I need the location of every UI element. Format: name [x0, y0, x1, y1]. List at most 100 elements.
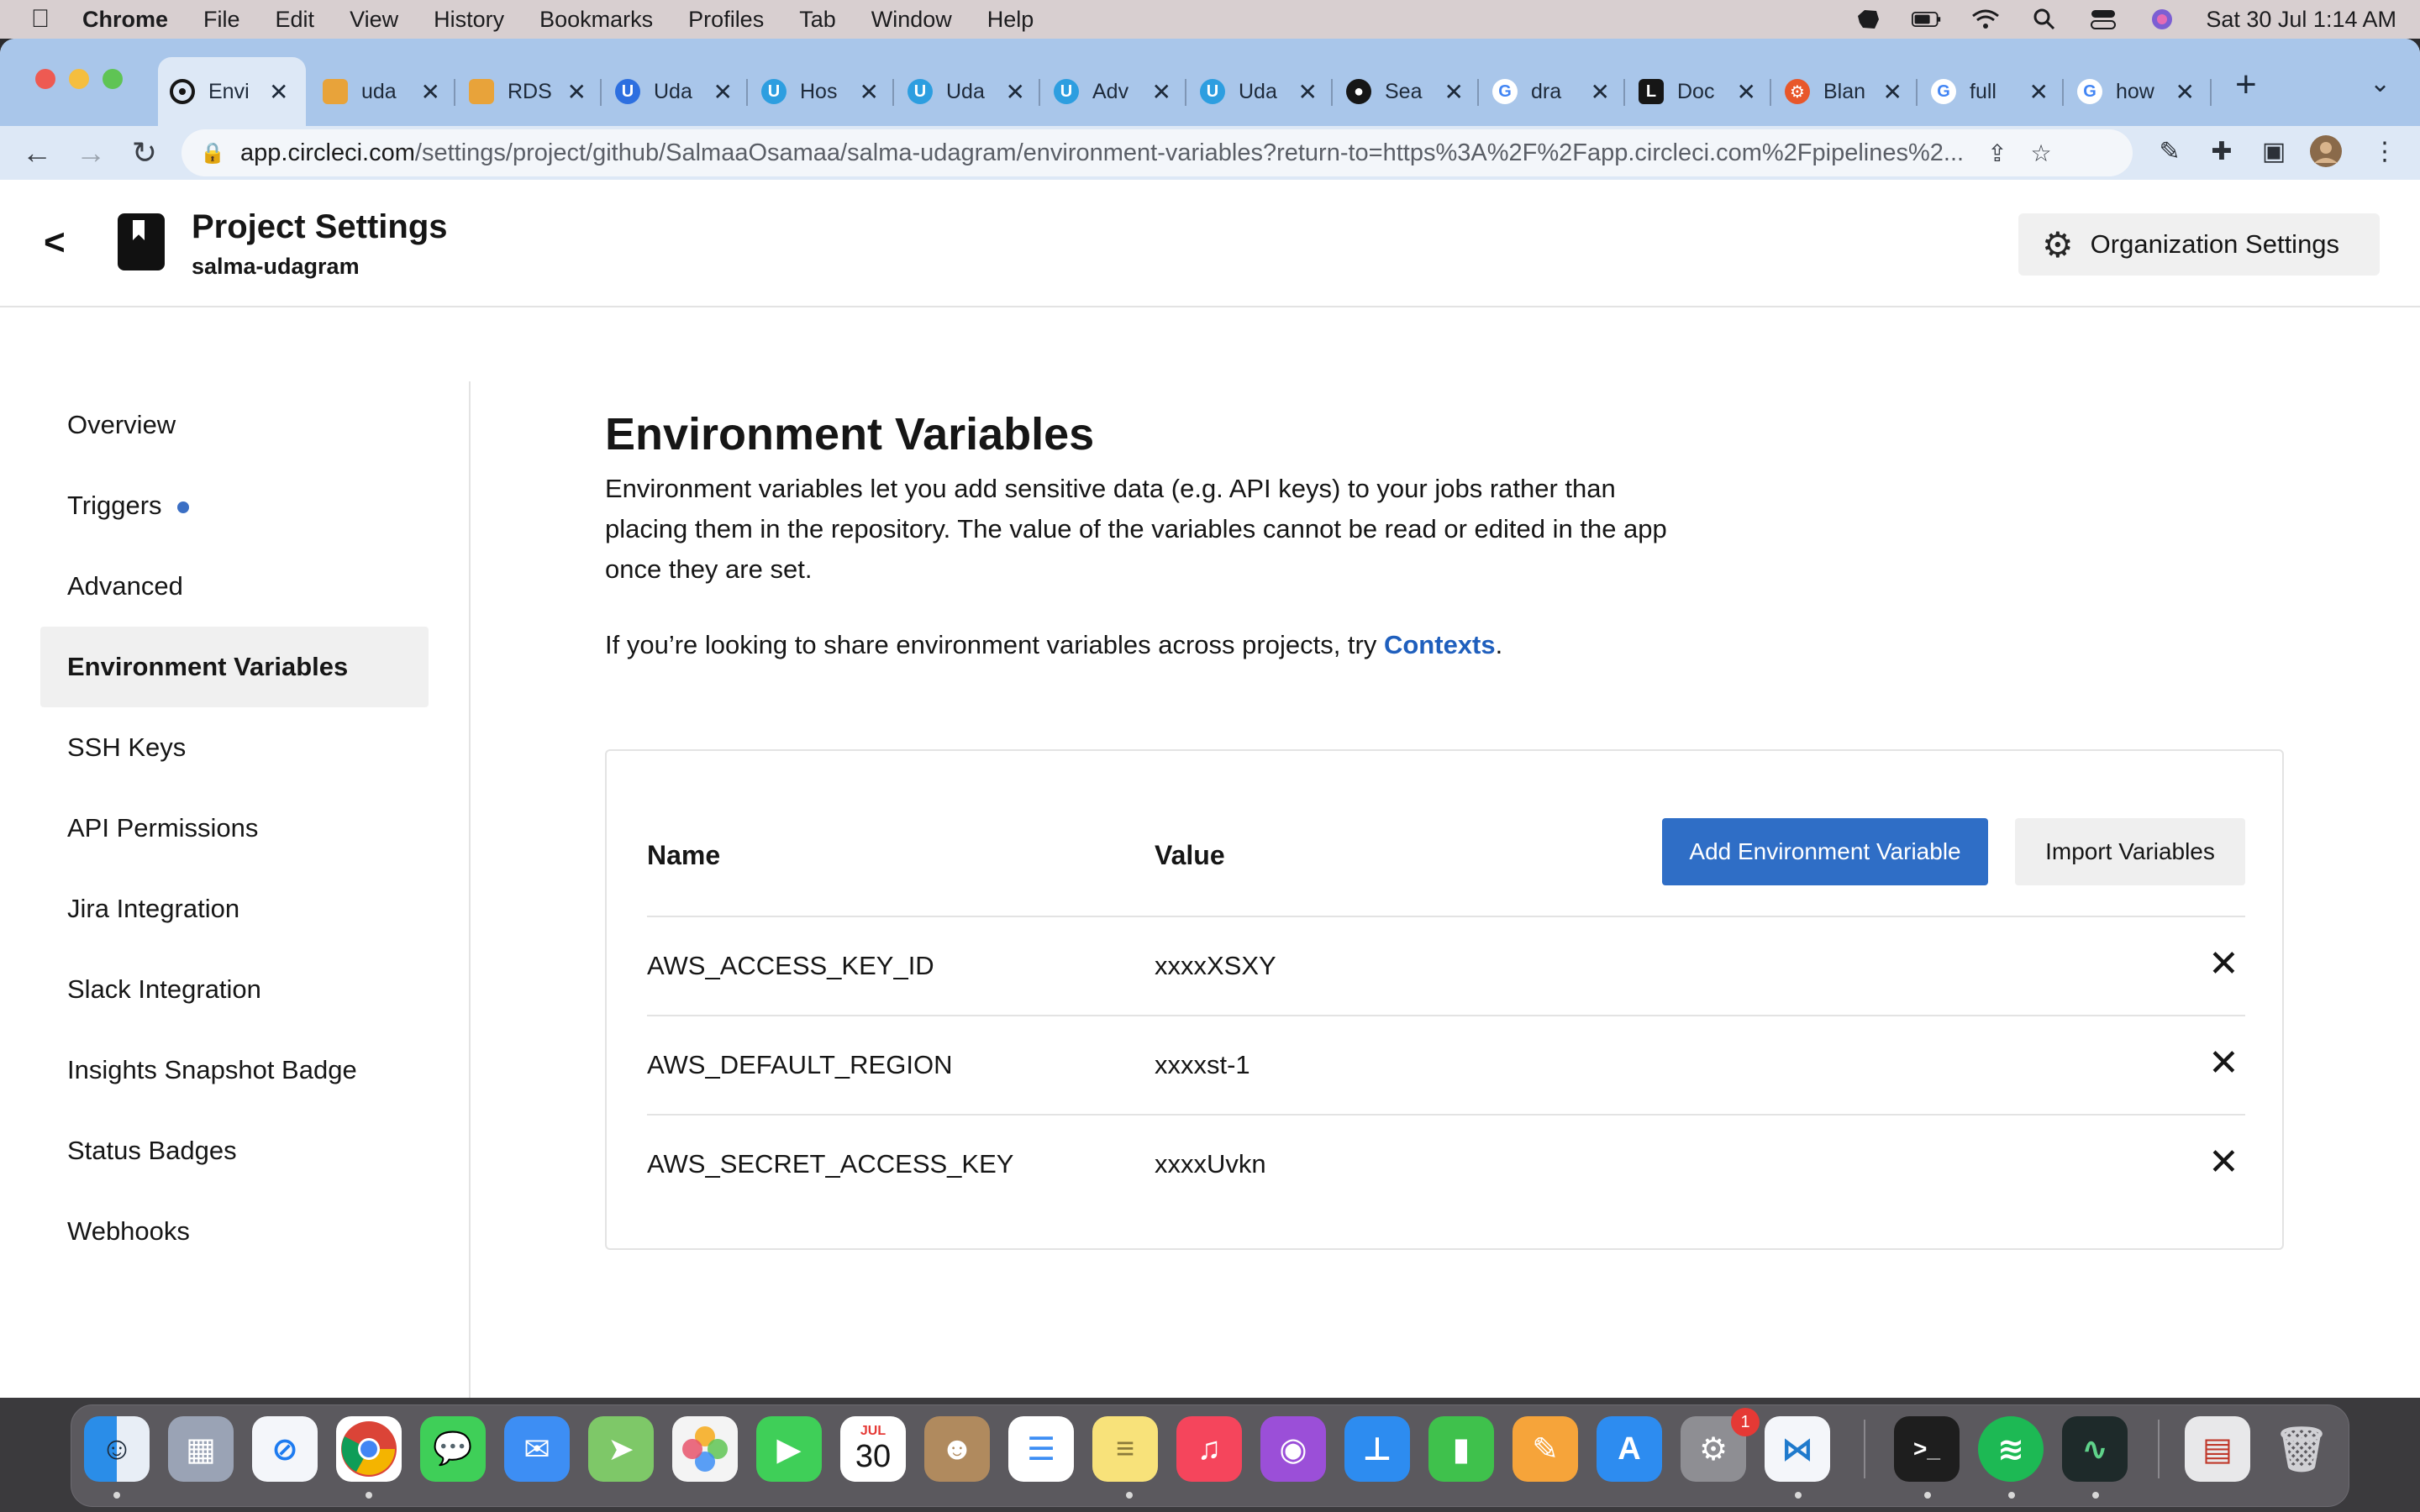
tab[interactable]: G full ✕	[1919, 57, 2060, 126]
calendar-icon[interactable]: JUL 30	[840, 1416, 906, 1482]
new-tab-button[interactable]: +	[2235, 64, 2257, 106]
activity-monitor-icon[interactable]: ∿	[2062, 1416, 2128, 1482]
menu-profiles[interactable]: Profiles	[688, 7, 764, 33]
sidebar-item-webhooks[interactable]: Webhooks	[40, 1191, 429, 1272]
pages-icon[interactable]: ✎	[1512, 1416, 1578, 1482]
tab[interactable]: ● Sea ✕	[1334, 57, 1476, 126]
podcasts-icon[interactable]: ◉	[1260, 1416, 1326, 1482]
terminal-icon[interactable]: >_	[1894, 1416, 1960, 1482]
tab-active[interactable]: Envi ✕	[158, 57, 306, 126]
evernote-icon[interactable]	[1853, 8, 1883, 31]
tab[interactable]: G dra ✕	[1481, 57, 1622, 126]
lock-icon[interactable]: 🔒	[200, 141, 225, 165]
close-icon[interactable]: ✕	[1298, 78, 1318, 106]
reload-icon[interactable]: ↻	[124, 133, 165, 173]
sidebar-item-insights-snapshot-badge[interactable]: Insights Snapshot Badge	[40, 1030, 429, 1110]
import-variables-button[interactable]: Import Variables	[2015, 818, 2245, 885]
contacts-icon[interactable]: ☻	[924, 1416, 990, 1482]
menu-clock[interactable]: Sat 30 Jul 1:14 AM	[2206, 7, 2396, 33]
close-icon[interactable]: ✕	[2029, 78, 2049, 106]
safari-icon[interactable]: ⊘	[252, 1416, 318, 1482]
sidebar-item-jira-integration[interactable]: Jira Integration	[40, 869, 429, 949]
tab[interactable]: U Adv ✕	[1042, 57, 1183, 126]
side-panel-icon[interactable]: ▣	[2257, 133, 2291, 170]
mail-icon[interactable]: ✉	[504, 1416, 570, 1482]
menu-view[interactable]: View	[350, 7, 398, 33]
close-icon[interactable]: ✕	[2175, 78, 2195, 106]
menu-file[interactable]: File	[203, 7, 240, 33]
menu-app-name[interactable]: Chrome	[82, 7, 168, 33]
tab[interactable]: uda ✕	[311, 57, 452, 126]
apple-menu-icon[interactable]: 	[24, 5, 57, 34]
trash-icon[interactable]: 🗑	[2269, 1416, 2334, 1482]
avatar[interactable]	[2309, 133, 2343, 170]
spotlight-search-icon[interactable]	[2029, 8, 2060, 31]
add-environment-variable-button[interactable]: Add Environment Variable	[1662, 818, 1988, 885]
close-icon[interactable]: ✕	[421, 78, 440, 106]
delete-variable-close-icon[interactable]: ✕	[2208, 1042, 2239, 1084]
finder-icon[interactable]: ☺	[84, 1416, 150, 1482]
document-stack-icon[interactable]: ▤	[2185, 1416, 2250, 1482]
close-icon[interactable]: ✕	[567, 78, 587, 106]
maps-icon[interactable]: ➤	[588, 1416, 654, 1482]
sidebar-item-slack-integration[interactable]: Slack Integration	[40, 949, 429, 1030]
launchpad-icon[interactable]: ▦	[168, 1416, 234, 1482]
spotify-icon[interactable]: ≋	[1978, 1416, 2044, 1482]
music-icon[interactable]: ♫	[1176, 1416, 1242, 1482]
menu-edit[interactable]: Edit	[276, 7, 315, 33]
delete-variable-close-icon[interactable]: ✕	[2208, 1141, 2239, 1184]
chrome-icon[interactable]	[336, 1416, 402, 1482]
sidebar-item-api-permissions[interactable]: API Permissions	[40, 788, 429, 869]
address-bar[interactable]: 🔒 app.circleci.com /settings/project/git…	[182, 129, 2133, 176]
close-icon[interactable]: ✕	[1152, 78, 1171, 106]
tab[interactable]: G how ✕	[2065, 57, 2207, 126]
tab[interactable]: U Uda ✕	[896, 57, 1037, 126]
vscode-icon[interactable]: ⋈	[1765, 1416, 1830, 1482]
eyedropper-icon[interactable]: ✎	[2153, 133, 2186, 170]
browser-menu-icon[interactable]: ⋮	[2368, 133, 2402, 170]
tab[interactable]: L Doc ✕	[1627, 57, 1768, 126]
close-icon[interactable]: ✕	[1444, 78, 1464, 106]
reminders-icon[interactable]: ☰	[1008, 1416, 1074, 1482]
delete-variable-close-icon[interactable]: ✕	[2208, 942, 2239, 985]
contexts-link[interactable]: Contexts	[1384, 630, 1496, 659]
tab[interactable]: U Uda ✕	[603, 57, 744, 126]
notes-icon[interactable]: ≡	[1092, 1416, 1158, 1482]
zoom-window-button[interactable]	[103, 69, 123, 89]
menu-window[interactable]: Window	[871, 7, 952, 33]
app-store-icon[interactable]: A	[1597, 1416, 1662, 1482]
control-center-icon[interactable]	[2088, 8, 2118, 31]
tab[interactable]: ⚙ Blan ✕	[1773, 57, 1914, 126]
photos-icon[interactable]	[672, 1416, 738, 1482]
close-window-button[interactable]	[35, 69, 55, 89]
sidebar-item-overview[interactable]: Overview	[40, 385, 429, 465]
sidebar-item-status-badges[interactable]: Status Badges	[40, 1110, 429, 1191]
close-icon[interactable]: ✕	[713, 78, 733, 106]
keynote-icon[interactable]: ⊥	[1344, 1416, 1410, 1482]
siri-icon[interactable]	[2147, 8, 2177, 31]
tab[interactable]: U Hos ✕	[750, 57, 891, 126]
bookmark-star-icon[interactable]: ☆	[2031, 139, 2052, 167]
extensions-icon[interactable]: ✚	[2205, 133, 2238, 170]
close-icon[interactable]: ✕	[1883, 78, 1902, 106]
battery-icon[interactable]	[1912, 8, 1942, 31]
close-icon[interactable]: ✕	[1006, 78, 1025, 106]
close-icon[interactable]: ✕	[1591, 78, 1610, 106]
sidebar-item-triggers[interactable]: Triggers	[40, 465, 429, 546]
chevron-down-icon[interactable]: ⌄	[2370, 69, 2391, 98]
menu-history[interactable]: History	[434, 7, 504, 33]
tab[interactable]: U Uda ✕	[1188, 57, 1329, 126]
menu-help[interactable]: Help	[987, 7, 1034, 33]
sidebar-item-advanced[interactable]: Advanced	[40, 546, 429, 627]
back-arrow-icon[interactable]: ←	[17, 133, 57, 173]
forward-arrow-icon[interactable]: →	[71, 133, 111, 173]
chevron-left-icon[interactable]: <	[44, 222, 82, 264]
minimize-window-button[interactable]	[69, 69, 89, 89]
close-icon[interactable]: ✕	[269, 78, 288, 106]
tab[interactable]: RDS ✕	[457, 57, 598, 126]
facetime-icon[interactable]: ▶	[756, 1416, 822, 1482]
share-icon[interactable]: ⇪	[1987, 139, 2007, 167]
wifi-icon[interactable]	[1970, 8, 2001, 31]
organization-settings-button[interactable]: ⚙ Organization Settings	[2018, 213, 2380, 276]
menu-tab[interactable]: Tab	[799, 7, 836, 33]
